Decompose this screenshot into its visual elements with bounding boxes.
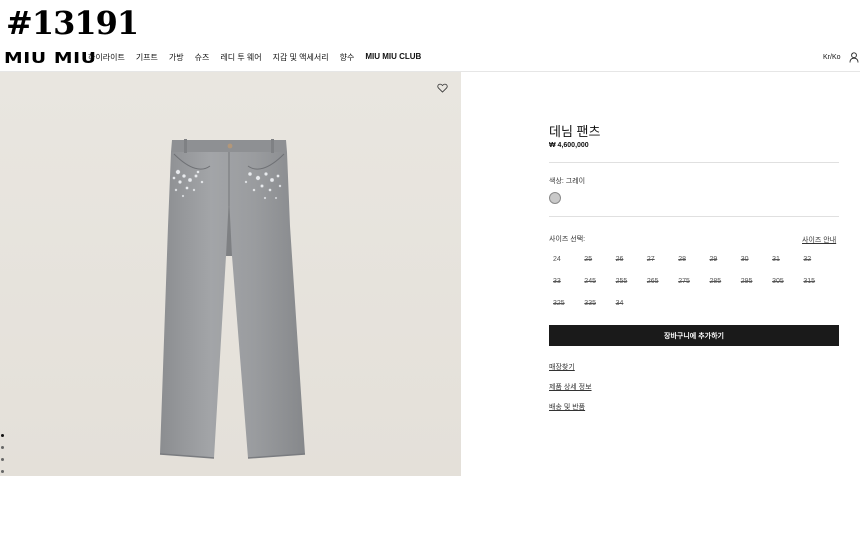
- size-option[interactable]: 34: [612, 300, 643, 308]
- size-option[interactable]: 25: [580, 256, 611, 264]
- size-option[interactable]: 265: [643, 278, 674, 286]
- nav-item-highlights[interactable]: 하이라이트: [88, 52, 125, 63]
- size-option[interactable]: 26: [612, 256, 643, 264]
- shipping-returns-link[interactable]: 배송 및 반품: [549, 402, 585, 412]
- size-option[interactable]: 255: [612, 278, 643, 286]
- size-option[interactable]: 315: [799, 278, 830, 286]
- size-option[interactable]: 28: [674, 256, 705, 264]
- size-option[interactable]: 325: [549, 300, 580, 308]
- product-image-jeans: [159, 139, 306, 459]
- size-option[interactable]: 285: [705, 278, 736, 286]
- heart-icon[interactable]: [437, 83, 448, 93]
- nav-item-bags[interactable]: 가방: [169, 52, 184, 63]
- color-label: 색상: 그레이: [549, 178, 586, 185]
- size-option[interactable]: 32: [799, 256, 830, 264]
- nav-item-shoes[interactable]: 슈즈: [195, 52, 210, 63]
- site-header: MIU MIU 하이라이트 기프트 가방 슈즈 레디 투 웨어 지갑 및 액세서…: [0, 46, 860, 72]
- size-option[interactable]: 295: [737, 278, 768, 286]
- size-option[interactable]: 31: [768, 256, 799, 264]
- size-option[interactable]: 33: [549, 278, 580, 286]
- size-select-label: 사이즈 선택:: [549, 236, 586, 243]
- post-id: #13191: [6, 4, 139, 42]
- size-option[interactable]: 27: [643, 256, 674, 264]
- gallery-dot-2[interactable]: [1, 446, 4, 449]
- gallery-dot-4[interactable]: [1, 470, 4, 473]
- size-option[interactable]: 335: [580, 300, 611, 308]
- main-nav: 하이라이트 기프트 가방 슈즈 레디 투 웨어 지갑 및 액세서리 향수 MIU…: [88, 52, 432, 63]
- language-selector[interactable]: Kr/Ko: [823, 54, 841, 61]
- product-price: ₩ 4,600,000: [549, 142, 589, 149]
- size-option[interactable]: 30: [737, 256, 768, 264]
- nav-item-fragrance[interactable]: 향수: [340, 52, 355, 63]
- nav-item-miu-miu-club[interactable]: MIU MIU CLUB: [365, 52, 421, 63]
- gallery-dot-3[interactable]: [1, 458, 4, 461]
- size-option[interactable]: 245: [580, 278, 611, 286]
- divider: [549, 162, 839, 163]
- add-to-cart-button[interactable]: 장바구니에 추가하기: [549, 325, 839, 346]
- nav-item-gifts[interactable]: 기프트: [136, 52, 158, 63]
- color-swatch-grey[interactable]: [549, 192, 561, 204]
- size-option[interactable]: 24: [549, 256, 580, 264]
- size-grid: 24 25 26 27 28 29 30 31 32 33 245 255 265 275 285 295 30…: [549, 256, 839, 308]
- divider: [549, 216, 839, 217]
- brand-logo[interactable]: MIU MIU: [4, 49, 97, 67]
- size-option[interactable]: 275: [674, 278, 705, 286]
- nav-item-wallets-accessories[interactable]: 지갑 및 액세서리: [273, 52, 329, 63]
- size-option[interactable]: 305: [768, 278, 799, 286]
- size-option[interactable]: 29: [705, 256, 736, 264]
- size-guide-link[interactable]: 사이즈 안내: [802, 235, 836, 245]
- user-icon[interactable]: [849, 52, 859, 63]
- product-details-link[interactable]: 제품 상세 정보: [549, 382, 592, 392]
- product-title: 데님 팬츠: [549, 124, 601, 139]
- find-store-link[interactable]: 매장찾기: [549, 362, 575, 372]
- nav-item-ready-to-wear[interactable]: 레디 투 웨어: [220, 52, 261, 63]
- gallery-pagination: [1, 434, 4, 473]
- gallery-dot-1[interactable]: [1, 434, 4, 437]
- product-image-panel: [0, 72, 461, 476]
